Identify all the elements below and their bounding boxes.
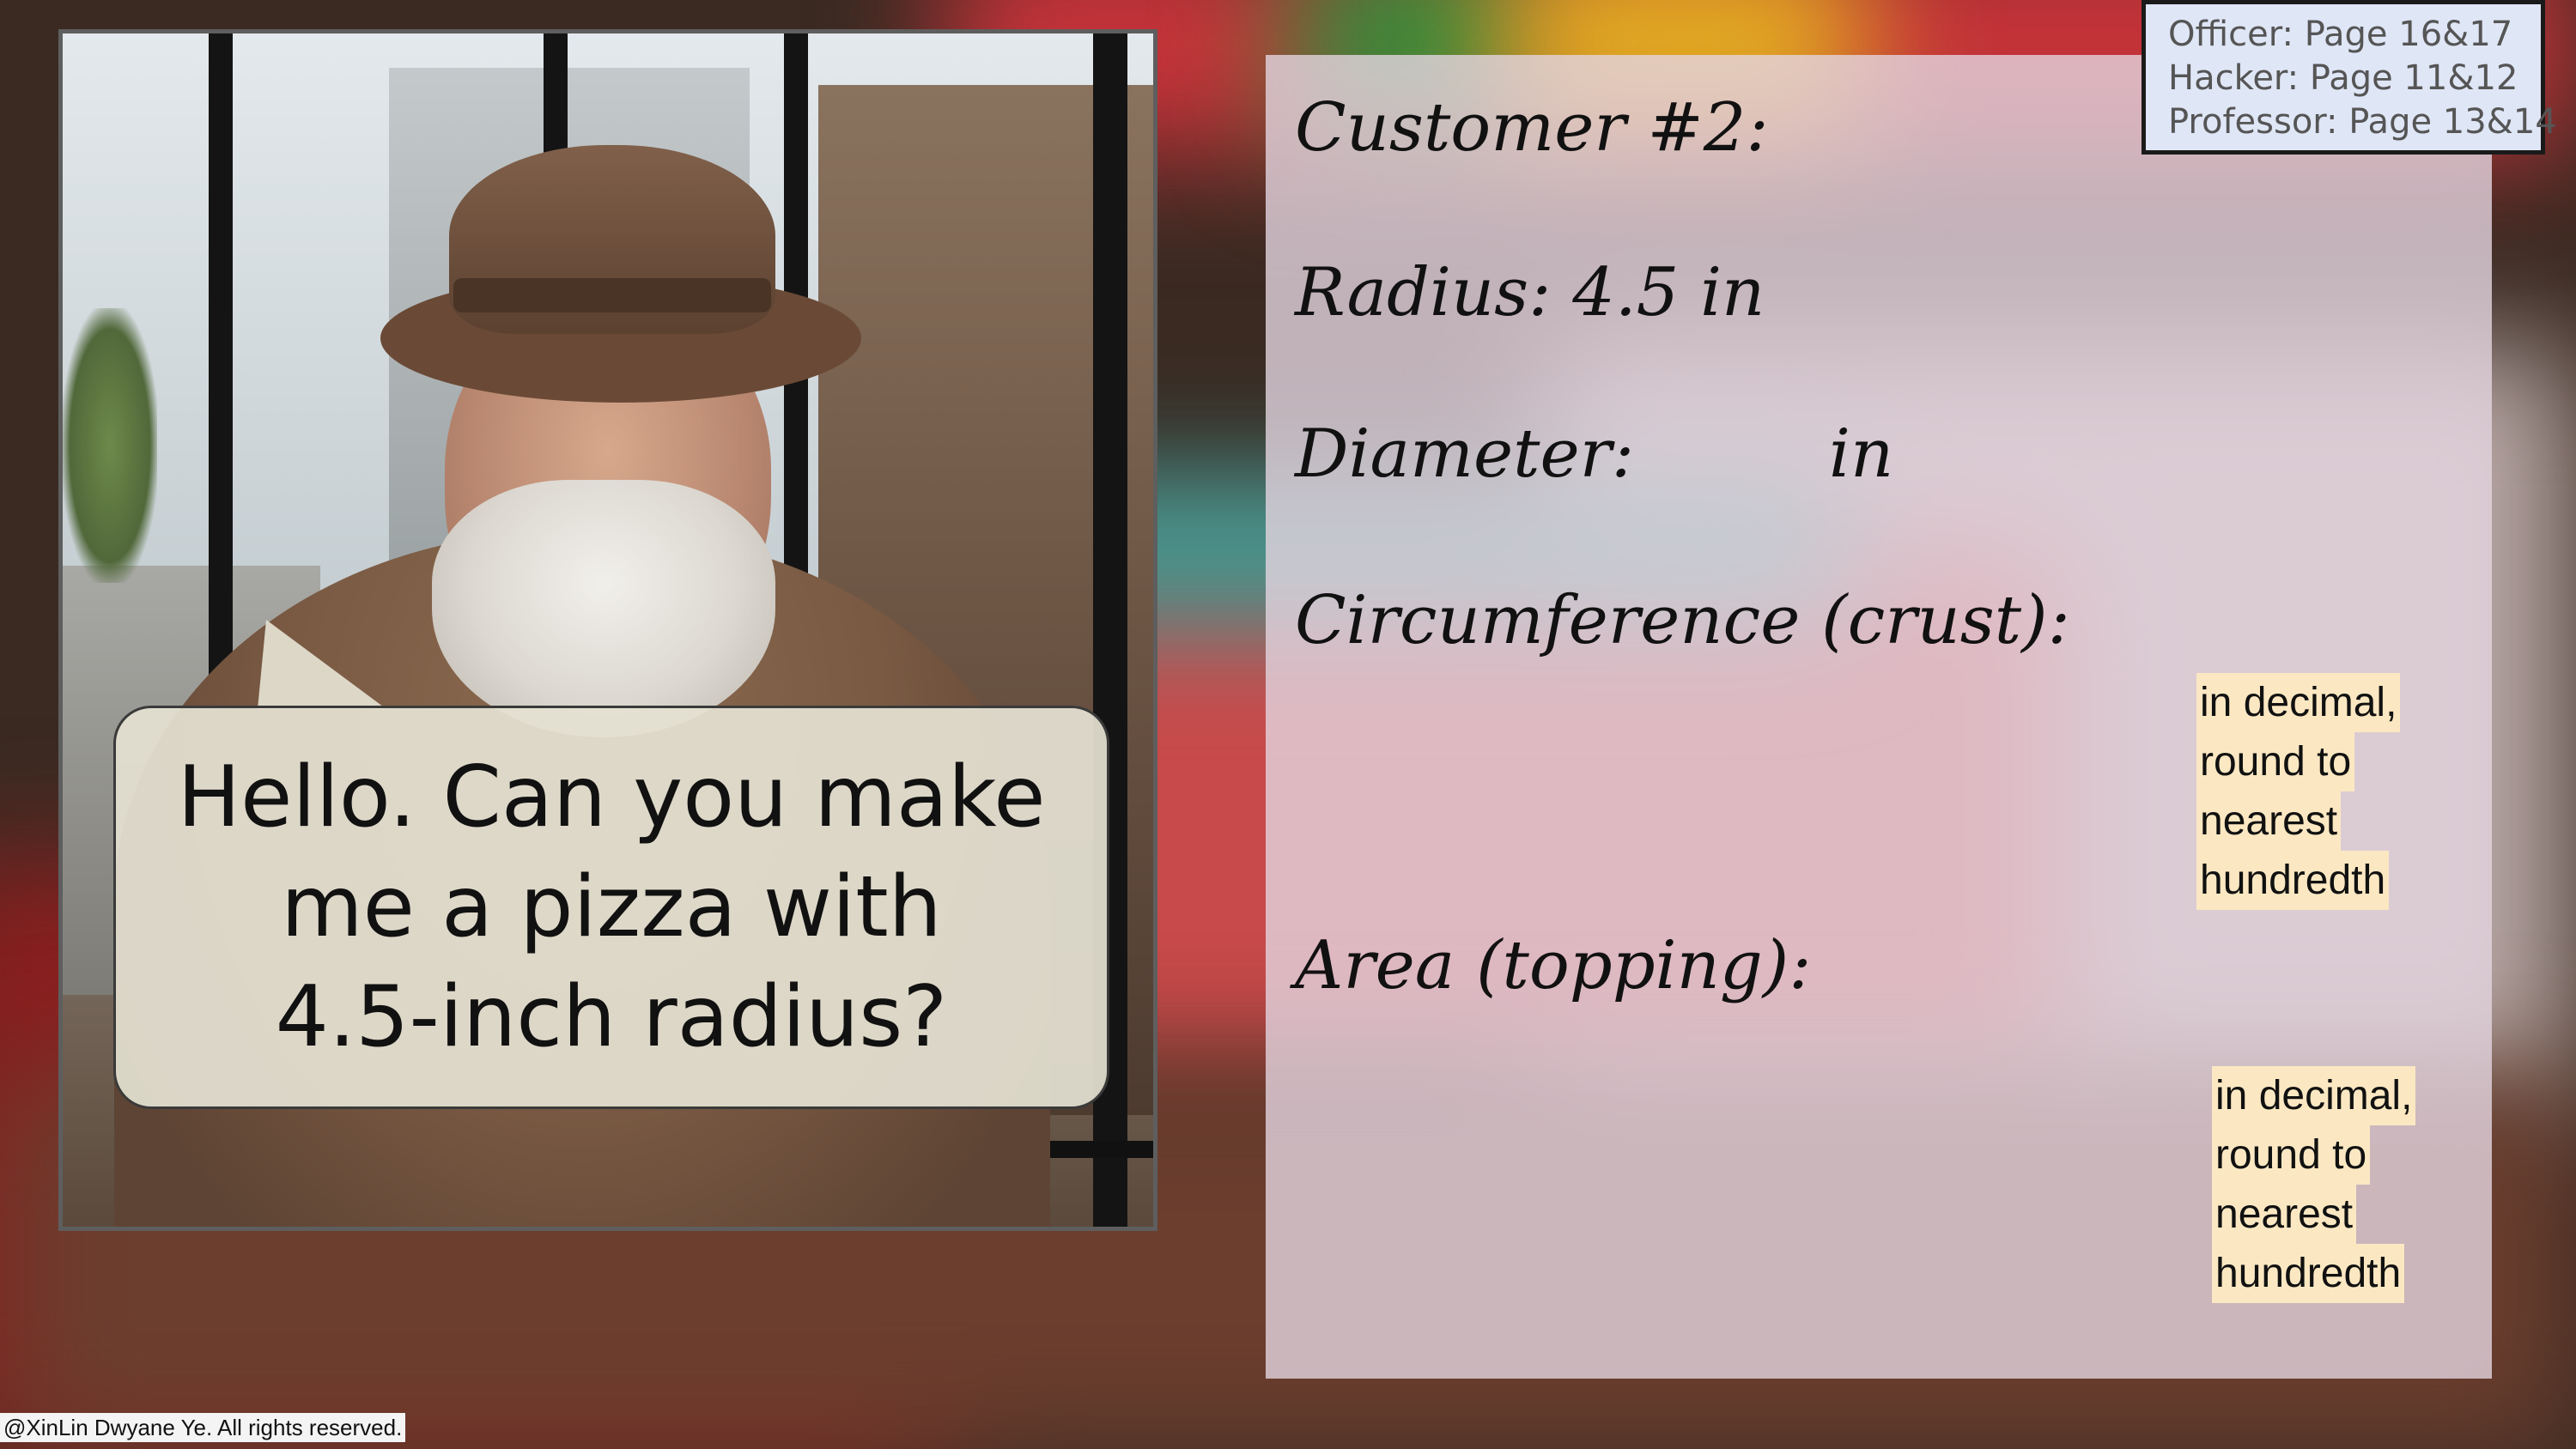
window-sill [1050, 1141, 1153, 1158]
speech-bubble: Hello. Can you make me a pizza with 4.5-… [113, 706, 1109, 1109]
radius-label: Radius: 4.5 in [1295, 254, 1765, 331]
note-line: nearest [2212, 1185, 2357, 1244]
speech-bubble-tail [258, 620, 386, 709]
customer-number-label: Customer #2: [1295, 89, 1769, 167]
note-line: round to [2196, 732, 2355, 791]
copyright-notice: @XinLin Dwyane Ye. All rights reserved. [0, 1413, 406, 1442]
page-ref-officer: Officer: Page 16&17 [2168, 15, 2513, 54]
speech-bubble-text: Hello. Can you make me a pizza with 4.5-… [165, 743, 1058, 1072]
circumference-label: Circumference (crust): [1295, 582, 2070, 659]
photo-tree [63, 308, 157, 583]
speech-line: me a pizza with [281, 858, 942, 956]
note-line: in decimal, [2196, 673, 2401, 732]
page-ref-hacker: Hacker: Page 11&12 [2168, 58, 2518, 98]
note-line: nearest [2196, 791, 2342, 851]
customer-hat-band [453, 278, 771, 312]
diameter-label: Diameter: [1295, 415, 1635, 493]
customer-beard [432, 480, 775, 737]
note-line: round to [2212, 1125, 2371, 1185]
area-rounding-note: in decimal, round to nearest hundredth [2212, 1066, 2416, 1303]
circumference-rounding-note: in decimal, round to nearest hundredth [2196, 673, 2401, 910]
page-ref-professor: Professor: Page 13&14 [2168, 102, 2557, 142]
speech-line: Hello. Can you make [177, 749, 1046, 846]
note-line: hundredth [2196, 851, 2390, 910]
area-label: Area (topping): [1295, 927, 1812, 1004]
note-line: hundredth [2212, 1244, 2405, 1303]
note-line: in decimal, [2212, 1066, 2416, 1125]
page-reference-box: Officer: Page 16&17 Hacker: Page 11&12 P… [2142, 0, 2557, 155]
speech-line: 4.5-inch radius? [275, 968, 948, 1066]
diameter-unit: in [1829, 415, 1894, 493]
